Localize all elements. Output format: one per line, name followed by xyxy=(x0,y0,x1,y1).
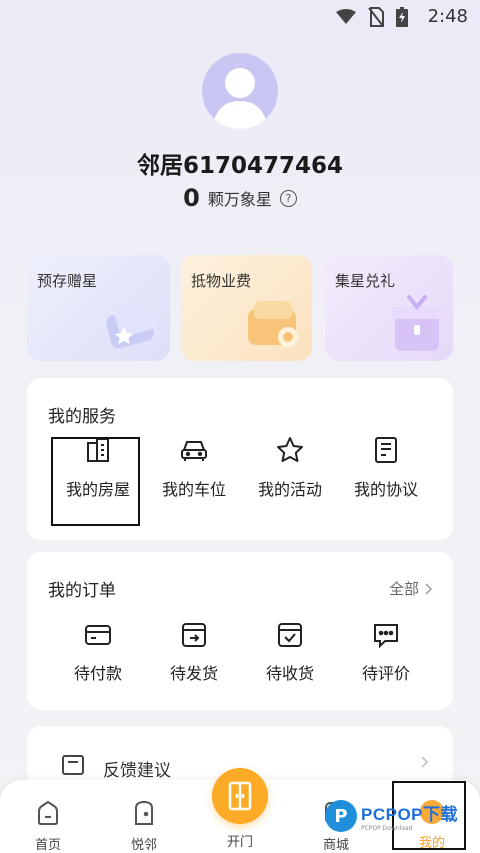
gift-box-icon xyxy=(391,295,443,351)
stars-count: 0 xyxy=(183,184,200,212)
battery-icon xyxy=(396,7,408,27)
status-bar: 2:48 xyxy=(0,0,480,36)
service-label: 我的车位 xyxy=(161,480,226,499)
promo-title: 抵物业费 xyxy=(191,272,252,290)
card-icon xyxy=(85,625,111,645)
order-pending-review[interactable]: 待评价 xyxy=(338,622,434,684)
question-circle-icon[interactable]: ? xyxy=(279,189,297,207)
avatar[interactable] xyxy=(202,53,278,129)
tab-home[interactable]: 首页 xyxy=(18,800,78,853)
tab-neighbor[interactable]: 悦邻 xyxy=(114,800,174,853)
order-label: 待发货 xyxy=(169,664,218,683)
home-icon xyxy=(38,800,58,825)
star-icon xyxy=(277,437,303,462)
tab-label: 商城 xyxy=(322,838,349,853)
orders-all-label: 全部 xyxy=(388,580,419,598)
watermark-sub: PCPOP Download xyxy=(361,825,413,832)
feedback-icon xyxy=(62,755,84,775)
order-label: 待评价 xyxy=(361,664,410,683)
neighbor-door-icon xyxy=(135,800,153,825)
orders-all-link[interactable]: 全部 xyxy=(389,578,433,599)
username: 邻居6170477464 xyxy=(136,153,344,179)
order-label: 待付款 xyxy=(73,664,122,683)
feedback-label: 反馈建议 xyxy=(103,761,171,781)
promo-title: 集星兑礼 xyxy=(335,272,396,290)
service-my-activities[interactable]: 我的活动 xyxy=(242,436,338,500)
box-check-icon xyxy=(278,623,302,647)
watermark: P PCPOP下载 PCPOP Download xyxy=(325,800,458,832)
pcpop-logo-icon: P xyxy=(325,800,357,832)
user-avatar-icon xyxy=(212,68,268,129)
promo-card-property-fee[interactable]: 抵物业费 xyxy=(181,255,312,361)
promo-card-redeem-gift[interactable]: 集星兑礼 xyxy=(325,255,453,361)
status-icons xyxy=(336,7,408,27)
wallet-coins-icon xyxy=(248,301,298,347)
document-icon xyxy=(375,437,397,463)
tab-label: 悦邻 xyxy=(130,838,157,853)
order-pending-receipt[interactable]: 待收货 xyxy=(242,622,338,684)
door-icon xyxy=(228,781,252,811)
selection-box-my-house xyxy=(51,437,140,526)
order-pending-payment[interactable]: 待付款 xyxy=(50,622,146,684)
orders-grid: 待付款 待发货 待收货 待评价 xyxy=(50,622,476,684)
chevron-right-icon xyxy=(425,582,433,595)
stars-balance: 0 颗万象星 ? xyxy=(0,184,480,212)
promo-title: 预存赠星 xyxy=(37,272,98,290)
watermark-brand: PCPOP下载 xyxy=(361,805,459,824)
order-label: 待收货 xyxy=(265,664,314,683)
chat-dots-icon xyxy=(374,624,398,648)
no-sim-icon xyxy=(368,7,384,27)
service-my-parking[interactable]: 我的车位 xyxy=(146,436,242,500)
service-my-agreements[interactable]: 我的协议 xyxy=(338,436,434,500)
chevron-right-icon xyxy=(421,756,429,768)
open-door-button[interactable] xyxy=(212,768,268,824)
my-orders-card: 我的订单 全部 待付款 待发货 待收货 待评价 xyxy=(27,552,453,710)
service-label: 我的协议 xyxy=(353,480,418,499)
car-icon xyxy=(181,441,207,461)
services-title: 我的服务 xyxy=(48,407,116,427)
wallet-star-icon xyxy=(106,300,158,349)
order-pending-shipment[interactable]: 待发货 xyxy=(146,622,242,684)
open-door-label: 开门 xyxy=(226,835,253,850)
promo-card-prestore[interactable]: 预存赠星 xyxy=(27,255,170,361)
stars-label: 颗万象星 xyxy=(207,190,272,209)
orders-title: 我的订单 xyxy=(48,581,116,601)
box-arrow-icon xyxy=(182,623,206,647)
wifi-icon xyxy=(336,9,356,24)
service-label: 我的活动 xyxy=(257,480,322,499)
tab-label: 首页 xyxy=(34,838,61,853)
status-time: 2:48 xyxy=(427,6,468,27)
